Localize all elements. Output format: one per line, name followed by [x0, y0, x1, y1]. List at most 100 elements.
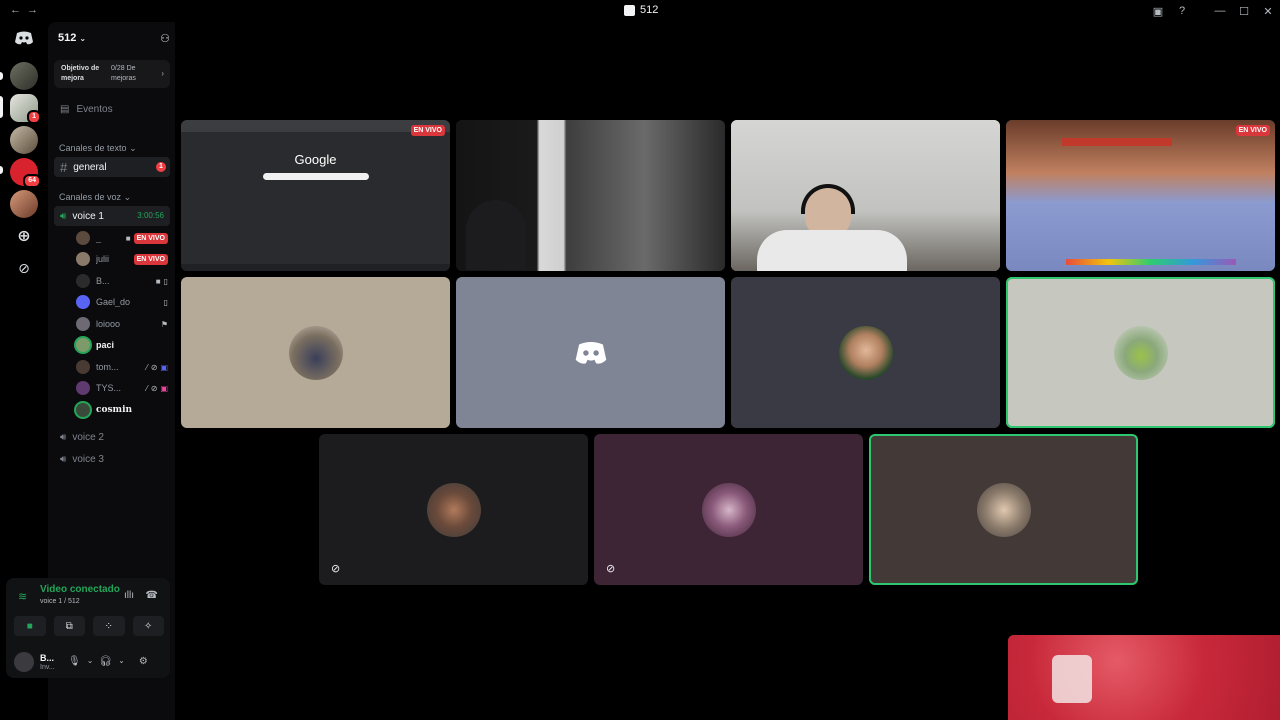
camera-icon: ■ [155, 276, 161, 286]
help-icon[interactable]: ? [1170, 0, 1194, 22]
stream-tile[interactable]: Google EN VIVO [181, 120, 450, 271]
video-tile[interactable] [731, 120, 1000, 271]
stream-tile[interactable]: EN VIVO [1006, 120, 1275, 271]
deafened-icon: ⊘ [331, 563, 341, 575]
chevron-down-icon: ⌄ [79, 34, 87, 43]
video-tile[interactable] [456, 120, 725, 271]
disconnect-icon[interactable]: ☎ [146, 590, 158, 601]
boost-goal[interactable]: Objetivo de mejora 0/28 De mejoras › [54, 60, 170, 88]
text-category[interactable]: Canales de texto ⌄ [59, 143, 137, 154]
channel-general[interactable]: # general 1 [54, 157, 170, 177]
voice-category[interactable]: Canales de voz ⌄ [59, 192, 131, 203]
avatar-tile[interactable] [869, 434, 1138, 585]
server-icon-3[interactable] [10, 126, 38, 154]
activities-button[interactable]: ⁘ [93, 616, 125, 636]
voice-user[interactable]: julii EN VIVO [76, 250, 168, 268]
forward-arrow-icon[interactable]: → [27, 4, 44, 16]
mention-badge: 1 [156, 162, 166, 172]
nav-arrows: ←→ [10, 4, 44, 16]
camera-icon: ■ [26, 620, 33, 632]
camera-button[interactable]: ■ [14, 616, 46, 636]
voice-channel-path[interactable]: voice 1 / 512 [40, 598, 80, 605]
speaker-icon: 🔊︎ [60, 210, 67, 222]
unread-pill [0, 166, 3, 174]
user-name: B... [40, 653, 55, 663]
voice-user-name: loiooo [96, 319, 121, 329]
avatar [76, 274, 90, 288]
back-arrow-icon[interactable]: ← [10, 4, 27, 16]
avatar [76, 295, 90, 309]
picture-in-picture[interactable] [1008, 635, 1280, 720]
activities-icon: ⁘ [104, 620, 113, 632]
signal-icon[interactable]: ≋ [18, 590, 27, 603]
voice-user[interactable]: TYS... ⁄ ⊘ ▣ [76, 379, 168, 397]
window-title: 512 [624, 4, 658, 16]
channel-voice3[interactable]: 🔊︎ voice 3 [54, 450, 170, 468]
microphone-icon[interactable]: 🎙︎ [68, 656, 81, 667]
voice-user[interactable]: cosmin [76, 401, 168, 419]
events-item[interactable]: ▤ Eventos [60, 104, 113, 115]
server-icon-5[interactable] [10, 190, 38, 218]
chevron-down-icon[interactable]: ⌄ [87, 656, 94, 667]
soundboard-icon: ✧ [144, 620, 153, 632]
avatar [702, 483, 756, 537]
screen-icon: ▯ [163, 276, 168, 286]
avatar-tile[interactable] [456, 277, 725, 428]
avatar [76, 317, 90, 331]
active-pill [0, 96, 3, 118]
avatar-tile[interactable] [731, 277, 1000, 428]
live-badge: EN VIVO [410, 125, 445, 136]
screen-icon: ▯ [163, 297, 168, 307]
voice-user[interactable]: tom... ⁄ ⊘ ▣ [76, 358, 168, 376]
chevron-down-icon[interactable]: ⌄ [118, 656, 125, 667]
headphones-icon[interactable]: 🎧︎ [99, 656, 112, 667]
avatar-tile[interactable]: ⊘ [319, 434, 588, 585]
server-icon-1[interactable] [10, 62, 38, 90]
discord-home-icon[interactable] [10, 24, 38, 52]
minimize-icon[interactable]: — [1208, 0, 1232, 22]
voice-user-name: cosmin [96, 405, 133, 415]
avatar[interactable] [14, 652, 34, 672]
activity-icon: ⚑ [160, 319, 168, 329]
voice-user[interactable]: loiooo ⚑ [76, 315, 168, 333]
avatar [289, 326, 343, 380]
server-icon-4[interactable]: 64 [10, 158, 41, 188]
voice-user[interactable]: B... ■ ▯ [76, 272, 168, 290]
noise-suppression-icon[interactable]: ıllı [124, 590, 134, 601]
explore-icon[interactable]: ⊘ [10, 254, 38, 282]
muted-mic-icon: ⁄ [146, 383, 148, 393]
boost-count: 0/28 De mejoras [111, 65, 136, 82]
game-icon: ▣ [160, 383, 168, 393]
server-header[interactable]: 512 ⌄ ⚇ [58, 30, 170, 46]
avatar-tile[interactable]: ⊘ [594, 434, 863, 585]
avatar-tile[interactable] [1006, 277, 1275, 428]
voice-user-name: TYS... [96, 383, 122, 393]
add-member-icon[interactable]: ⚇ [160, 32, 170, 45]
channel-voice2[interactable]: 🔊︎ voice 2 [54, 428, 170, 446]
channel-voice1[interactable]: 🔊︎ voice 1 3:00:56 [54, 206, 170, 226]
user-status: Inv... [40, 664, 55, 671]
voice-user[interactable]: Gael_do ▯ [76, 293, 168, 311]
server-badge: 1 [27, 110, 41, 124]
voice-user[interactable]: _ ■ EN VIVO [76, 229, 168, 247]
avatar-tile[interactable] [181, 277, 450, 428]
share-screen-button[interactable]: ⧉ [53, 616, 85, 636]
add-server-icon[interactable]: ⊕ [10, 222, 38, 250]
window-title-text: 512 [640, 4, 659, 16]
soundboard-button[interactable]: ✧ [132, 616, 164, 636]
discord-logo-icon [574, 341, 608, 370]
voice-user-name: _ [96, 233, 102, 243]
server-badge: 64 [23, 174, 41, 188]
settings-gear-icon[interactable]: ⚙ [139, 656, 148, 667]
text-category-label: Canales de texto [59, 143, 127, 153]
close-icon[interactable]: ✕ [1256, 0, 1280, 22]
speaker-icon: 🔊︎ [60, 453, 67, 465]
server-icon-512[interactable]: 1 [10, 94, 41, 124]
inbox-icon[interactable]: ▣ [1146, 0, 1170, 22]
deafened-icon: ⊘ [606, 563, 616, 575]
live-badge: EN VIVO [133, 232, 168, 244]
maximize-icon[interactable]: ☐ [1232, 0, 1256, 22]
voice-user[interactable]: paci [76, 336, 168, 354]
deafened-icon: ⊘ [150, 383, 158, 393]
title-bar: ←→ 512 ▣ ? — ☐ ✕ [0, 0, 1280, 22]
